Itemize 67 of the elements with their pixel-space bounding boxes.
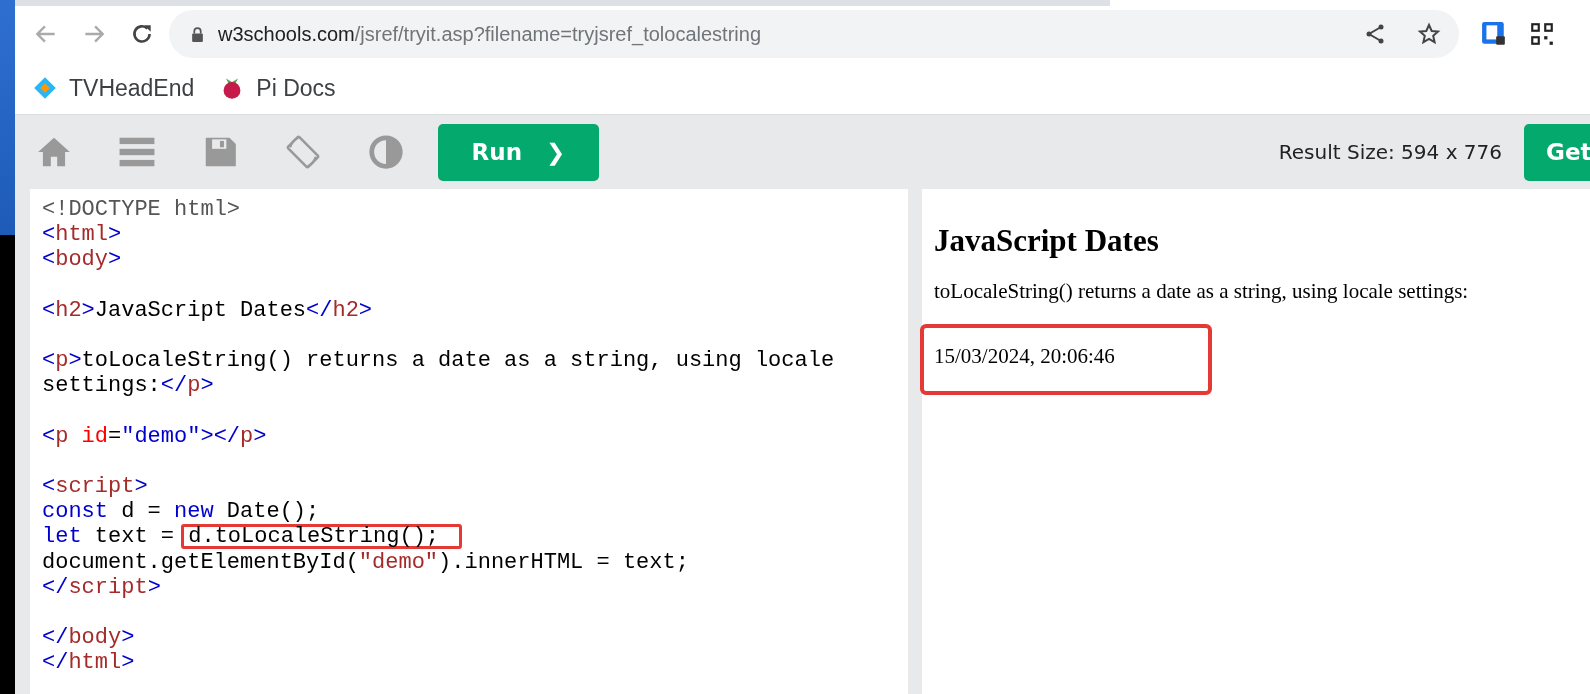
address-bar[interactable]: w3schools.com/jsref/tryit.asp?filename=tryjsref_tolocalestring — [169, 10, 1459, 58]
code-token: </ — [42, 574, 69, 600]
code-token: > — [121, 625, 135, 651]
code-token: </ — [42, 625, 69, 651]
code-token: script — [68, 574, 148, 600]
bookmark-item[interactable]: Pi Docs — [220, 74, 336, 102]
code-token: html — [55, 222, 108, 248]
diamond-logo-icon — [33, 76, 57, 100]
code-token: < — [42, 222, 56, 248]
code-token: = — [108, 423, 122, 449]
date-output: 15/03/2024, 20:06:46 — [922, 326, 1210, 393]
code-token: h2 — [332, 297, 359, 323]
code-token: new — [174, 499, 214, 525]
rotate-icon[interactable] — [284, 133, 322, 171]
code-token: < — [42, 247, 56, 273]
code-token: "demo" — [358, 549, 439, 575]
code-token: p — [55, 348, 69, 374]
code-token: < — [42, 348, 56, 374]
code-token: > — [108, 247, 122, 273]
contrast-icon[interactable] — [367, 133, 405, 171]
code-token: id — [80, 423, 108, 449]
code-token: p — [240, 423, 254, 449]
code-token: > — [147, 574, 161, 600]
code-token: text = — [93, 524, 176, 550]
code-token: Date(); — [225, 499, 320, 525]
code-token: < — [42, 297, 56, 323]
code-token: > — [134, 474, 148, 500]
code-token: h2 — [55, 297, 82, 323]
code-editor[interactable] — [30, 189, 908, 694]
lock-icon — [191, 26, 204, 42]
code-token: settings: — [42, 373, 161, 399]
code-token: "demo" — [121, 423, 201, 449]
code-token: > — [81, 297, 95, 323]
code-token: body — [55, 247, 108, 273]
code-token: < — [42, 423, 56, 449]
code-token: > — [200, 373, 214, 399]
code-token: body — [68, 625, 122, 651]
extension-icon[interactable] — [1481, 21, 1507, 47]
code-token: const — [42, 499, 108, 525]
code-token: > — [121, 650, 135, 676]
code-token: < — [42, 474, 56, 500]
code-token: p — [187, 373, 201, 399]
bookmark-item[interactable]: TVHeadEnd — [33, 74, 195, 102]
code-token: </ — [42, 650, 69, 676]
code-token: <!DOCTYPE html> — [42, 197, 241, 222]
code-token: p — [55, 423, 69, 449]
qr-code-icon[interactable] — [1529, 21, 1555, 47]
code-token: html — [68, 650, 122, 676]
code-token: </ — [306, 297, 333, 323]
code-token: JavaScript Dates — [94, 297, 307, 323]
code-token: let — [42, 524, 82, 550]
code-token: > — [253, 423, 267, 449]
highlighted-code: d.toLocaleString(); — [181, 524, 463, 550]
code-token: document.getElementById( — [42, 549, 359, 575]
code-token: toLocaleString() returns a date as a string, using locale — [81, 348, 835, 374]
code-token: > — [108, 222, 122, 248]
code-token: d = — [120, 499, 162, 525]
result-size-text: Result Size: 594 x 776 — [1278, 140, 1502, 164]
star-icon[interactable] — [1417, 22, 1441, 46]
code-token: ></ — [200, 423, 241, 449]
result-heading: JavaScript Dates — [934, 223, 1160, 259]
code-token: > — [68, 348, 82, 374]
result-paragraph: toLocaleString() returns a date as a string, using locale settings: — [934, 279, 1470, 304]
code-token: script — [55, 474, 135, 500]
code-token: > — [358, 297, 373, 323]
code-token: </ — [160, 373, 188, 399]
code-token: ).innerHTML = text; — [438, 549, 689, 575]
